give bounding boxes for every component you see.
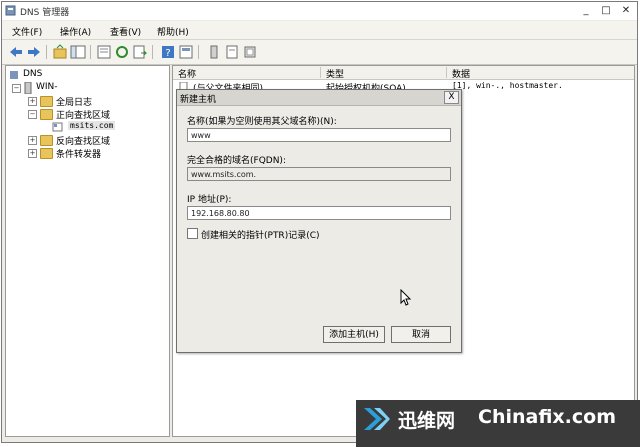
up-folder-icon[interactable] bbox=[52, 44, 68, 60]
svg-text:?: ? bbox=[165, 48, 170, 59]
tree-label-forward-zones: 正向查找区域 bbox=[56, 111, 111, 121]
tree-label-reverse-zones: 反向查找区域 bbox=[56, 137, 111, 147]
back-arrow-icon[interactable] bbox=[8, 44, 24, 60]
new-host-dialog: 新建主机 X 名称(如果为空则使用其父域名称)(N): 完全合格的域名(FQDN… bbox=[176, 89, 462, 353]
help-icon[interactable]: ? bbox=[160, 44, 176, 60]
minimize-button[interactable]: _ bbox=[578, 4, 594, 17]
tree-label-zone: msits.com bbox=[68, 121, 116, 130]
fqdn-label: 完全合格的域名(FQDN): bbox=[187, 156, 286, 166]
tree-label-server: WIN- bbox=[36, 82, 58, 92]
dns-icon bbox=[10, 71, 18, 79]
zone-icon bbox=[52, 122, 63, 132]
tree-label-conditional-forwarders: 条件转发器 bbox=[56, 150, 102, 160]
export-list-icon[interactable] bbox=[132, 44, 148, 60]
expand-toggle[interactable]: + bbox=[28, 97, 37, 106]
server-icon[interactable] bbox=[206, 44, 222, 60]
list-header: 名称 类型 数据 bbox=[173, 66, 634, 80]
folder-icon bbox=[40, 109, 53, 120]
watermark-brand-en: Chinafix.com bbox=[478, 406, 617, 428]
collapse-toggle[interactable]: − bbox=[28, 110, 37, 119]
expand-toggle[interactable]: + bbox=[28, 149, 37, 158]
ip-address-input[interactable] bbox=[187, 206, 451, 220]
view-icon[interactable] bbox=[178, 44, 194, 60]
cell-data: [1], win-., hostmaster. bbox=[452, 81, 563, 90]
menu-bar: 文件(F) 操作(A) 查看(V) 帮助(H) bbox=[2, 21, 637, 40]
column-data[interactable]: 数据 bbox=[449, 67, 632, 80]
folder-icon bbox=[40, 96, 53, 107]
folder-icon bbox=[40, 135, 53, 146]
host-name-input[interactable] bbox=[187, 128, 451, 142]
toolbar-separator bbox=[46, 45, 47, 59]
collapse-toggle[interactable]: − bbox=[12, 84, 21, 93]
title-bar: DNS 管理器 _ □ ✕ bbox=[2, 2, 637, 20]
fqdn-field bbox=[187, 167, 451, 181]
dialog-title: 新建主机 bbox=[180, 95, 217, 105]
folder-icon bbox=[40, 148, 53, 159]
console-tree: DNS − WIN- + 全局日志 − 正向查找区域 msits.com + 反… bbox=[5, 65, 170, 437]
refresh-icon[interactable] bbox=[114, 44, 130, 60]
add-host-button[interactable]: 添加主机(H) bbox=[323, 326, 385, 343]
properties-icon[interactable] bbox=[96, 44, 112, 60]
tree-label-global-logs: 全局日志 bbox=[56, 98, 93, 108]
toolbar: ? bbox=[2, 40, 637, 65]
show-hide-tree-icon[interactable] bbox=[70, 44, 86, 60]
menu-action[interactable]: 操作(A) bbox=[60, 25, 91, 38]
menu-view[interactable]: 查看(V) bbox=[110, 25, 141, 38]
cancel-button[interactable]: 取消 bbox=[391, 326, 451, 343]
dialog-close-button[interactable]: X bbox=[444, 91, 459, 104]
tree-label-dns: DNS bbox=[23, 69, 43, 79]
ip-label: IP 地址(P): bbox=[187, 195, 232, 205]
create-ptr-checkbox[interactable] bbox=[187, 228, 198, 239]
create-ptr-label[interactable]: 创建相关的指针(PTR)记录(C) bbox=[201, 228, 320, 241]
forward-arrow-icon[interactable] bbox=[26, 44, 42, 60]
window-title: DNS 管理器 bbox=[20, 8, 70, 18]
column-type[interactable]: 类型 bbox=[323, 67, 447, 80]
close-button[interactable]: ✕ bbox=[618, 4, 634, 17]
expand-toggle[interactable]: + bbox=[28, 136, 37, 145]
server-icon bbox=[24, 82, 32, 94]
watermark-brand-cn: 迅维网 bbox=[398, 410, 456, 432]
toolbar-separator bbox=[90, 45, 91, 59]
menu-help[interactable]: 帮助(H) bbox=[157, 25, 189, 38]
zone-records-icon[interactable] bbox=[242, 44, 258, 60]
mouse-cursor-icon bbox=[400, 289, 412, 306]
watermark-logo-icon bbox=[364, 408, 390, 430]
menu-file[interactable]: 文件(F) bbox=[12, 25, 42, 38]
toolbar-separator bbox=[198, 45, 199, 59]
name-label: 名称(如果为空则使用其父域名称)(N): bbox=[187, 117, 337, 127]
record-icon[interactable] bbox=[224, 44, 240, 60]
dialog-title-bar: 新建主机 X bbox=[177, 90, 461, 106]
column-name[interactable]: 名称 bbox=[175, 67, 321, 80]
dns-app-icon bbox=[5, 5, 16, 16]
toolbar-separator bbox=[152, 45, 153, 59]
maximize-button[interactable]: □ bbox=[598, 4, 614, 17]
